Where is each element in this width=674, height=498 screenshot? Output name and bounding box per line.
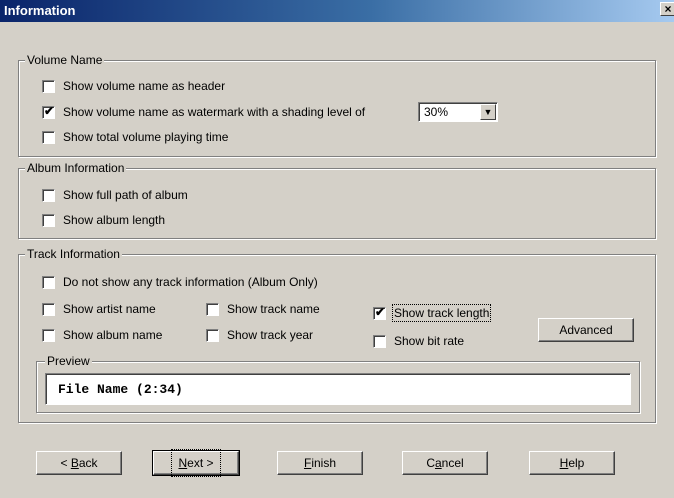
cancel-rest: ncel xyxy=(441,456,464,470)
preview-legend: Preview xyxy=(45,354,92,368)
check-mark: ✔ xyxy=(44,103,55,118)
show-artist-name-checkbox[interactable] xyxy=(42,302,55,316)
no-track-info-label: Do not show any track information (Album… xyxy=(63,275,318,289)
show-album-length-option[interactable]: Show album length xyxy=(42,212,165,228)
show-track-name-checkbox[interactable] xyxy=(206,302,219,316)
back-prefix: < xyxy=(60,456,71,470)
finish-button-label: Finish xyxy=(304,452,336,474)
show-track-length-label: Show track length xyxy=(391,304,492,322)
cancel-button-label: Cancel xyxy=(426,452,463,474)
show-track-year-checkbox[interactable] xyxy=(206,328,219,342)
show-artist-name-label: Show artist name xyxy=(63,302,156,316)
show-total-playing-time-checkbox[interactable] xyxy=(42,130,55,144)
show-artist-name-option[interactable]: Show artist name xyxy=(42,301,156,317)
album-information-legend: Album Information xyxy=(25,161,127,175)
finish-button[interactable]: Finish xyxy=(277,451,363,475)
show-volume-watermark-checkbox[interactable]: ✔ xyxy=(42,103,55,119)
track-information-legend: Track Information xyxy=(25,247,122,261)
chevron-down-icon[interactable]: ▼ xyxy=(480,104,496,120)
show-bit-rate-checkbox[interactable] xyxy=(373,334,386,348)
show-volume-header-label: Show volume name as header xyxy=(63,79,226,93)
show-album-name-checkbox[interactable] xyxy=(42,328,55,342)
help-button-label: Help xyxy=(560,452,585,474)
show-full-path-option[interactable]: Show full path of album xyxy=(42,187,188,203)
show-track-length-option[interactable]: ✔ Show track length xyxy=(373,304,492,322)
show-album-name-label: Show album name xyxy=(63,328,163,342)
advanced-button-label: Advanced xyxy=(559,323,613,337)
title-bar: Information × xyxy=(0,0,674,22)
window-title: Information xyxy=(4,3,76,18)
close-icon[interactable]: × xyxy=(660,2,674,16)
cancel-button[interactable]: Cancel xyxy=(402,451,488,475)
back-button[interactable]: < Back xyxy=(36,451,122,475)
shading-level-value: 30% xyxy=(424,105,449,119)
show-volume-watermark-label: Show volume name as watermark with a sha… xyxy=(63,105,366,119)
show-bit-rate-option[interactable]: Show bit rate xyxy=(373,333,464,349)
album-information-group: Album Information xyxy=(18,161,656,239)
next-button[interactable]: Next > xyxy=(152,449,240,477)
next-button-label: Next > xyxy=(171,449,221,477)
show-total-playing-time-label: Show total volume playing time xyxy=(63,130,229,144)
show-full-path-label: Show full path of album xyxy=(63,188,188,202)
show-track-name-label: Show track name xyxy=(227,302,320,316)
advanced-button[interactable]: Advanced xyxy=(538,318,634,342)
show-track-length-checkbox[interactable]: ✔ xyxy=(373,304,386,320)
preview-text-box: File Name (2:34) xyxy=(45,373,631,405)
show-track-year-label: Show track year xyxy=(227,328,314,342)
show-album-name-option[interactable]: Show album name xyxy=(42,327,162,343)
show-volume-header-checkbox[interactable] xyxy=(42,79,55,93)
show-bit-rate-label: Show bit rate xyxy=(394,334,465,348)
finish-rest: inish xyxy=(311,456,337,470)
cancel-mnemonic: a xyxy=(434,456,442,470)
check-mark: ✔ xyxy=(375,304,386,319)
volume-name-legend: Volume Name xyxy=(25,53,105,67)
show-volume-watermark-option[interactable]: ✔ Show volume name as watermark with a s… xyxy=(42,104,365,120)
shading-level-select[interactable]: 30% ▼ xyxy=(418,102,498,122)
no-track-info-option[interactable]: Do not show any track information (Album… xyxy=(42,274,318,290)
back-button-label: < Back xyxy=(60,452,97,474)
show-album-length-checkbox[interactable] xyxy=(42,213,55,227)
help-rest: elp xyxy=(568,456,585,470)
show-total-playing-time-option[interactable]: Show total volume playing time xyxy=(42,129,228,145)
show-track-name-option[interactable]: Show track name xyxy=(206,301,320,317)
show-full-path-checkbox[interactable] xyxy=(42,188,55,202)
next-mnemonic: N xyxy=(178,456,188,470)
show-track-year-option[interactable]: Show track year xyxy=(206,327,313,343)
show-album-length-label: Show album length xyxy=(63,213,166,227)
cancel-prefix: C xyxy=(426,456,435,470)
back-rest: ack xyxy=(78,456,98,470)
next-rest: ext > xyxy=(187,456,214,470)
no-track-info-checkbox[interactable] xyxy=(42,275,55,289)
show-volume-header-option[interactable]: Show volume name as header xyxy=(42,78,225,94)
back-mnemonic: B xyxy=(70,456,79,470)
help-button[interactable]: Help xyxy=(529,451,615,475)
